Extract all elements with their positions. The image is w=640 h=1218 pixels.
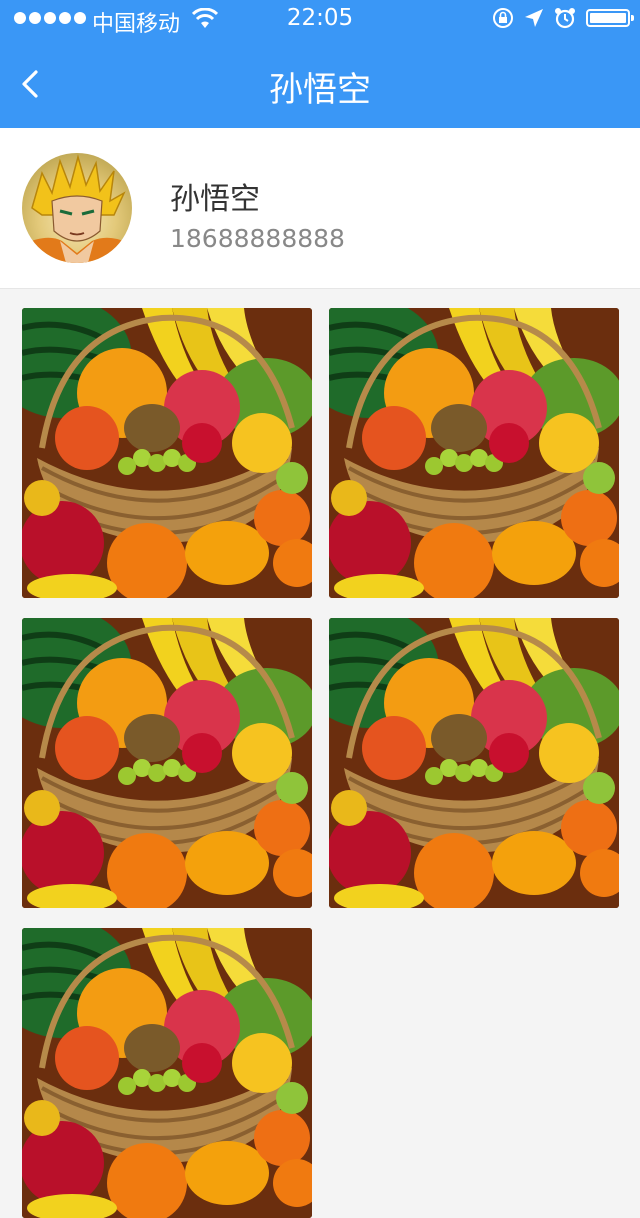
photo-tile[interactable]	[22, 618, 312, 908]
photo-tile[interactable]	[22, 928, 312, 1218]
header: 中国移动 22:05 孙悟空	[0, 0, 640, 128]
avatar-image	[22, 154, 132, 263]
fruit-basket-image	[22, 308, 312, 598]
photo-tile[interactable]	[22, 308, 312, 598]
profile-card: 孙悟空 18688888888	[0, 128, 640, 289]
photo-tile[interactable]	[329, 308, 619, 598]
status-bar: 中国移动 22:05	[0, 0, 640, 40]
fruit-basket-image	[329, 308, 619, 598]
rotation-lock-icon	[493, 8, 513, 28]
alarm-icon	[555, 8, 575, 29]
fruit-basket-image	[22, 618, 312, 908]
page-title: 孙悟空	[269, 70, 371, 110]
fruit-basket-image	[22, 928, 312, 1218]
profile-name: 孙悟空	[170, 182, 260, 217]
battery-icon	[586, 9, 634, 27]
status-icons	[492, 7, 634, 29]
photo-tile[interactable]	[329, 618, 619, 908]
profile-phone: 18688888888	[170, 224, 345, 253]
fruit-basket-image	[329, 618, 619, 908]
location-icon	[525, 9, 543, 27]
avatar[interactable]	[22, 153, 132, 263]
nav-bar: 孙悟空	[0, 40, 640, 128]
